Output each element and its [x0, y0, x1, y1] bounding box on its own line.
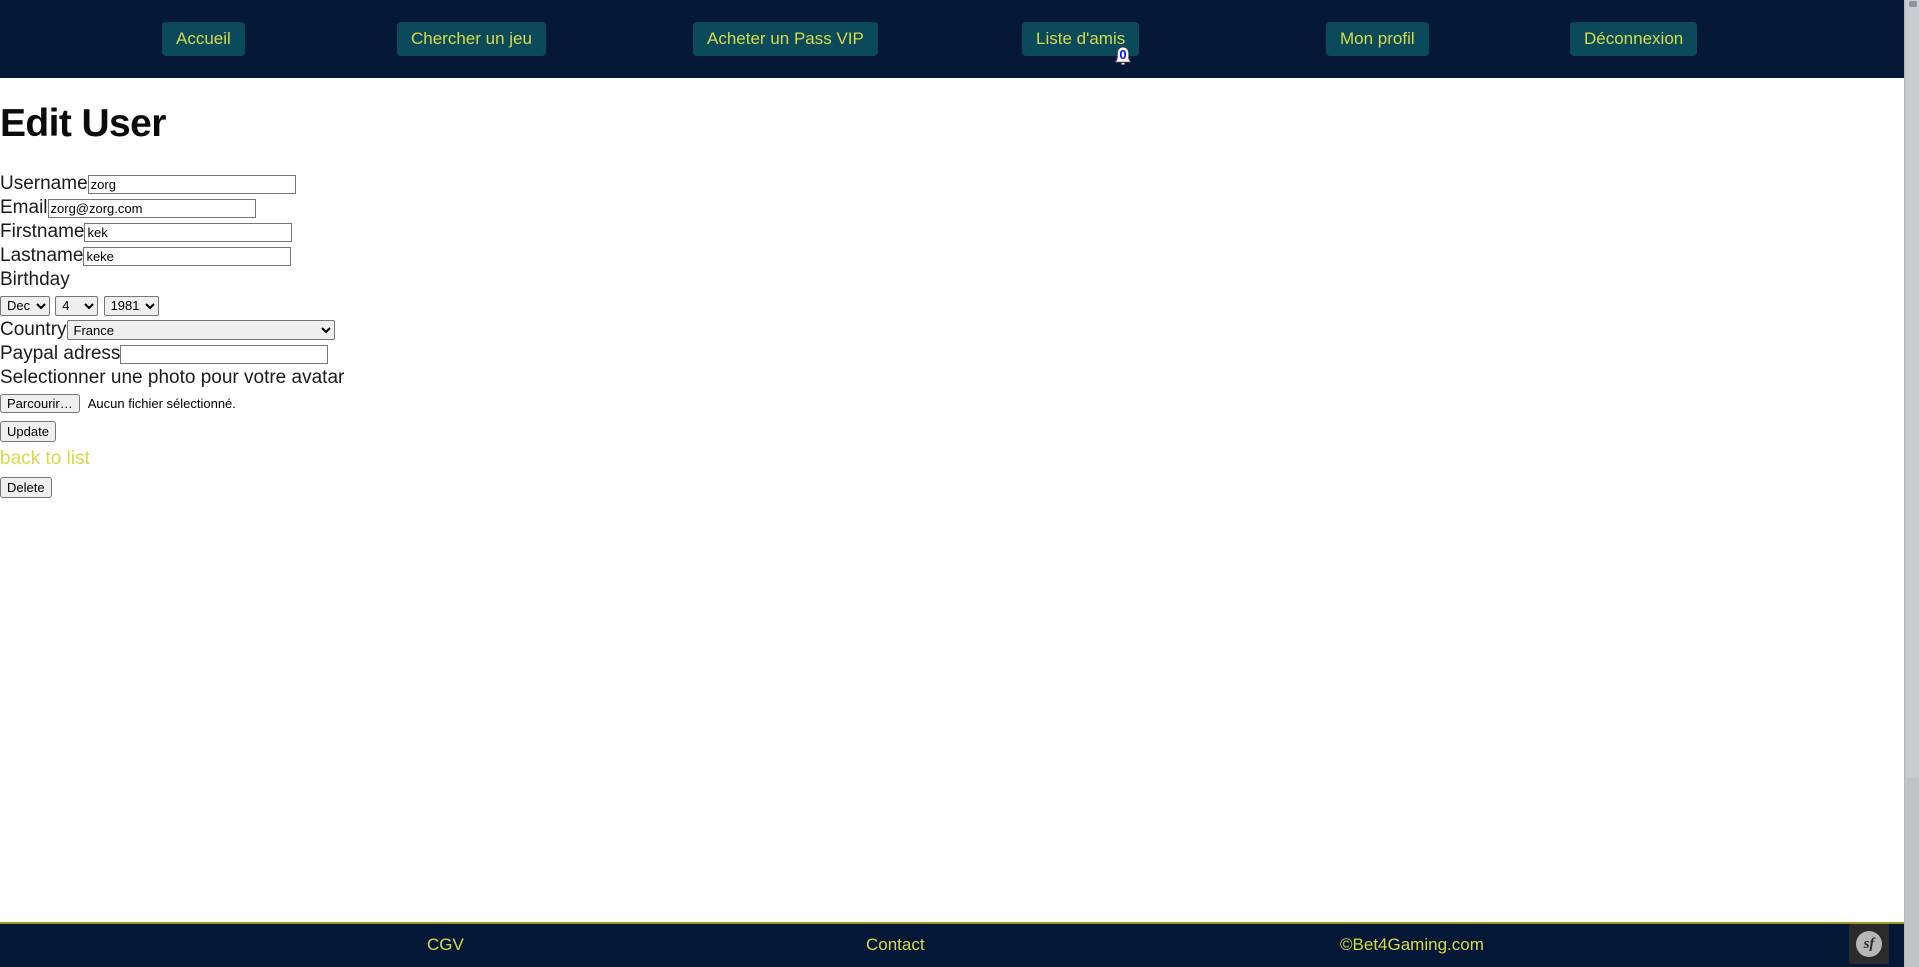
form-row-paypal: Paypal adress	[0, 342, 900, 366]
firstname-input[interactable]	[84, 222, 293, 242]
birthday-label: Birthday	[0, 269, 70, 290]
form-row-avatar-file: Parcourir… Aucun fichier sélectionné.	[0, 392, 900, 416]
footer-link-cgv[interactable]: CGV	[427, 935, 464, 955]
lastname-input[interactable]	[83, 246, 292, 266]
form-row-birthday-label: Birthday	[0, 268, 900, 292]
avatar-label: Selectionner une photo pour votre avatar	[0, 367, 345, 388]
form-row-avatar-label: Selectionner une photo pour votre avatar	[0, 366, 900, 390]
country-select[interactable]: FranceBelgiqueSuisseCanada	[66, 320, 335, 340]
username-label: Username	[0, 173, 88, 194]
form-row-username: Username	[0, 172, 900, 196]
form-row-country: CountryFranceBelgiqueSuisseCanada	[0, 318, 900, 342]
form-row-lastname: Lastname	[0, 244, 900, 268]
back-to-list-link[interactable]: back to list	[0, 448, 900, 470]
delete-button[interactable]: Delete	[0, 477, 52, 498]
form-row-email: Email	[0, 196, 900, 220]
country-label: Country	[0, 319, 67, 340]
username-input[interactable]	[87, 174, 296, 194]
paypal-adress-input[interactable]	[120, 344, 329, 364]
nav-item-chercher-un-jeu[interactable]: Chercher un jeu	[397, 22, 546, 56]
form-row-delete: Delete	[0, 476, 900, 498]
top-navigation-bar: Accueil Chercher un jeu Acheter un Pass …	[0, 0, 1904, 78]
birthday-day-select[interactable]: 12345678910	[55, 295, 99, 316]
nav-item-mon-profil[interactable]: Mon profil	[1326, 22, 1429, 56]
symfony-profiler-toolbar-button[interactable]: sf	[1849, 924, 1889, 964]
bell-icon	[1112, 45, 1134, 69]
page-viewport: Accueil Chercher un jeu Acheter un Pass …	[0, 0, 1904, 967]
nav-item-acheter-pass-vip[interactable]: Acheter un Pass VIP	[693, 22, 878, 56]
firstname-label: Firstname	[0, 221, 85, 242]
form-row-birthday-selects: JanFebMarAprMayJunJulAugSepOctNovDec 123…	[0, 294, 900, 318]
footer-copyright: ©Bet4Gaming.com	[1340, 935, 1484, 954]
page-title: Edit User	[0, 102, 166, 145]
scrollbar-thumb[interactable]	[1906, 0, 1919, 778]
file-selection-status: Aucun fichier sélectionné.	[87, 396, 236, 411]
birthday-year-select[interactable]: 19791980198119821983	[103, 295, 159, 316]
symfony-logo-icon: sf	[1856, 931, 1882, 957]
paypal-adress-label: Paypal adress	[0, 343, 121, 364]
lastname-label: Lastname	[0, 245, 84, 266]
email-input[interactable]	[47, 198, 256, 218]
edit-user-form: Username Email Firstname Lastname Birthd…	[0, 172, 900, 498]
vertical-scrollbar[interactable]	[1904, 0, 1919, 967]
form-row-firstname: Firstname	[0, 220, 900, 244]
email-label: Email	[0, 197, 48, 218]
footer-link-contact[interactable]: Contact	[866, 935, 925, 955]
birthday-month-select[interactable]: JanFebMarAprMayJunJulAugSepOctNovDec	[0, 295, 50, 316]
nav-item-deconnexion[interactable]: Déconnexion	[1570, 22, 1698, 56]
update-button[interactable]: Update	[0, 421, 56, 442]
notification-bell-button[interactable]: 0	[1112, 45, 1134, 69]
page-footer: CGV Contact ©Bet4Gaming.com sf	[0, 922, 1904, 967]
scrollbar-thumb-grip	[1909, 1, 1917, 7]
nav-item-accueil[interactable]: Accueil	[162, 22, 245, 56]
browse-file-button[interactable]: Parcourir…	[0, 394, 80, 413]
form-row-update: Update	[0, 420, 900, 442]
